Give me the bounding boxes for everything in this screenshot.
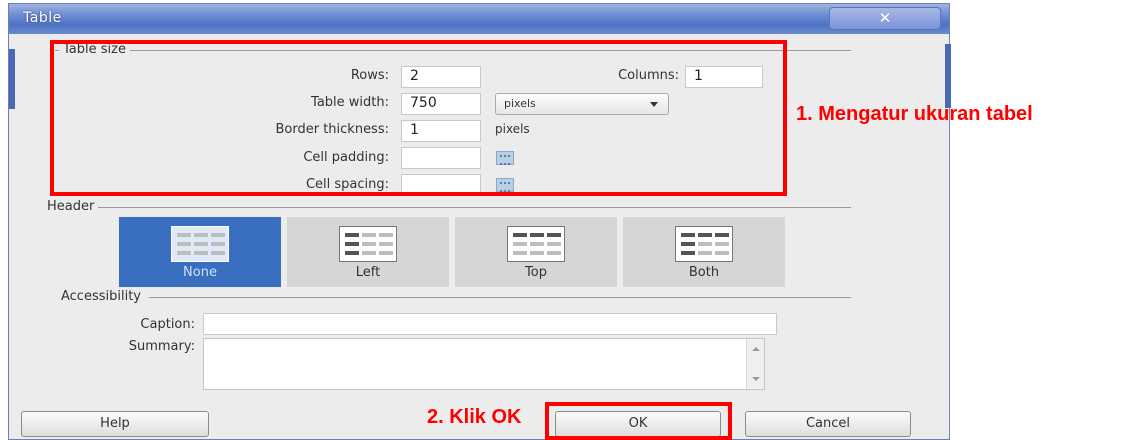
table-left-header-icon (339, 226, 397, 262)
close-icon: ✕ (878, 9, 892, 27)
accessibility-group (149, 297, 851, 298)
caption-label: Caption: (140, 317, 195, 332)
summary-textarea[interactable] (203, 338, 765, 390)
table-both-header-icon (675, 226, 733, 262)
header-option-none[interactable]: None (119, 217, 281, 287)
table-none-icon (171, 226, 229, 262)
help-button[interactable]: Help (21, 411, 209, 437)
scroll-down-icon (752, 377, 760, 381)
table-size-highlight-box (50, 40, 787, 196)
header-option-both[interactable]: Both (623, 217, 785, 287)
window-edge-right (945, 44, 951, 108)
accessibility-legend: Accessibility (57, 289, 145, 304)
close-button[interactable]: ✕ (829, 7, 941, 30)
window-edge-left (9, 49, 15, 109)
header-option-left[interactable]: Left (287, 217, 449, 287)
table-size-annotation: 1. Mengatur ukuran tabel (796, 103, 1033, 125)
cancel-button[interactable]: Cancel (745, 411, 911, 437)
dialog-title: Table (23, 10, 62, 26)
header-option-top[interactable]: Top (455, 217, 617, 287)
header-legend: Header (43, 199, 99, 214)
header-option-label: None (183, 265, 217, 280)
scroll-up-icon (752, 347, 760, 351)
header-option-label: Top (525, 265, 547, 280)
summary-scrollbar[interactable] (746, 339, 764, 389)
header-option-label: Left (355, 265, 381, 280)
title-bar[interactable]: Table ✕ (9, 4, 949, 34)
ok-highlight-box (545, 402, 732, 440)
header-option-label: Both (688, 265, 720, 280)
caption-input[interactable] (203, 313, 777, 335)
ok-annotation: 2. Klik OK (427, 406, 522, 428)
summary-label: Summary: (128, 339, 195, 354)
table-top-header-icon (507, 226, 565, 262)
header-group (97, 207, 851, 208)
